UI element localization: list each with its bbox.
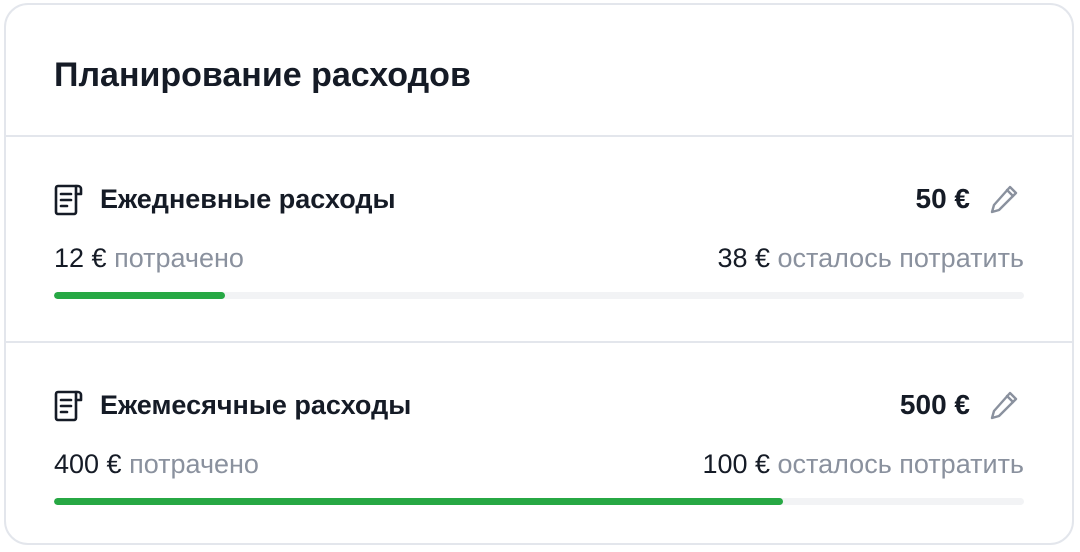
remaining-label: осталось потратить [777, 448, 1024, 479]
section-header: Ежедневные расходы 50 € [52, 179, 1022, 219]
progress-fill [54, 292, 225, 299]
page-title: Планирование расходов [54, 56, 471, 94]
edit-limit-button[interactable] [986, 387, 1022, 423]
section-title: Ежедневные расходы [100, 183, 396, 214]
limit-value: 500 € [899, 389, 970, 420]
monthly-expenses-section: Ежемесячные расходы 500 € 400 € потрачен… [6, 341, 1072, 543]
card-header: Планирование расходов [6, 5, 1072, 137]
expense-planning-card: Планирование расходов Ежедневные расходы… [4, 3, 1074, 545]
spent-label: потрачено [114, 242, 244, 273]
section-header: Ежемесячные расходы 500 € [52, 385, 1022, 425]
spent-amount: 400 € [54, 448, 122, 479]
pencil-icon [987, 182, 1021, 216]
receipt-icon [52, 182, 86, 216]
spent-label: потрачено [129, 448, 259, 479]
receipt-icon [52, 388, 86, 422]
daily-expenses-section: Ежедневные расходы 50 € 12 € потрачено 3… [6, 137, 1072, 341]
limit-value: 50 € [915, 183, 971, 214]
remaining-label: осталось потратить [777, 242, 1024, 273]
spent-amount: 12 € [54, 242, 107, 273]
pencil-icon [987, 388, 1021, 422]
section-title: Ежемесячные расходы [100, 389, 412, 420]
progress-bar [54, 498, 1024, 505]
progress-fill [54, 498, 784, 505]
remaining-amount: 100 € [702, 448, 771, 479]
remaining-amount: 38 € [717, 242, 771, 273]
edit-limit-button[interactable] [986, 181, 1022, 217]
amounts-row: 400 € потрачено 100 € осталось потратить [54, 447, 1024, 481]
amounts-row: 12 € потрачено 38 € осталось потратить [54, 241, 1024, 275]
progress-bar [54, 292, 1024, 299]
